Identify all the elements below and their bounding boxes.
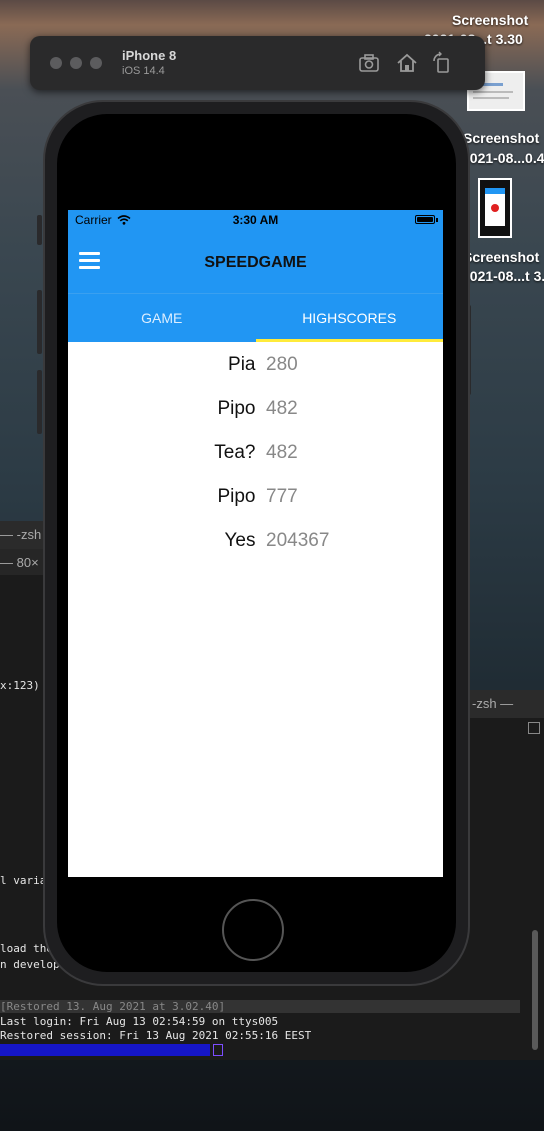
battery-tip xyxy=(436,218,438,222)
terminal-expand-icon[interactable] xyxy=(528,722,540,734)
app-title: SPEEDGAME xyxy=(204,254,307,271)
list-item: Pia 280 xyxy=(68,342,443,386)
simulator-toolbar[interactable]: iPhone 8 iOS 14.4 xyxy=(30,36,485,90)
status-bar: Carrier 3:30 AM xyxy=(68,210,443,230)
window-minimize-button[interactable] xyxy=(70,57,82,69)
terminal-tab[interactable]: -zsh — xyxy=(472,696,513,711)
mute-switch xyxy=(37,215,42,245)
tab-bar: GAME HIGHSCORES xyxy=(68,294,443,342)
app-screen: Carrier 3:30 AM SPEEDGAME GAME HIGHSCORE… xyxy=(68,210,443,877)
terminal-tab[interactable]: — -zsh xyxy=(0,527,41,542)
terminal-prompt xyxy=(0,1044,210,1056)
home-icon[interactable] xyxy=(395,51,419,75)
volume-up-button xyxy=(37,290,42,354)
screenshot-icon[interactable] xyxy=(357,51,381,75)
window-zoom-button[interactable] xyxy=(90,57,102,69)
terminal-line: Last login: Fri Aug 13 02:54:59 on ttys0… xyxy=(0,1015,279,1028)
desktop-icon-label: Screenshot xyxy=(463,130,540,146)
desktop-icon-label: Screenshot xyxy=(463,249,540,265)
player-name: Yes xyxy=(224,530,256,551)
list-item: Yes 204367 xyxy=(68,518,443,562)
terminal-line: n develop xyxy=(0,958,60,971)
player-score: 777 xyxy=(266,486,298,507)
player-score: 204367 xyxy=(266,530,330,551)
highscore-list: Pia 280 Pipo 482 Tea? 482 Pipo 777 Yes 2… xyxy=(68,342,443,562)
volume-down-button xyxy=(37,370,42,434)
terminal-cursor xyxy=(213,1044,223,1056)
player-name: Tea? xyxy=(214,442,256,463)
home-button[interactable] xyxy=(222,899,284,961)
desktop-icon-label: Screenshot xyxy=(452,12,529,28)
terminal-line: x:123) xyxy=(0,679,40,692)
player-name: Pia xyxy=(228,354,256,375)
list-item: Pipo 482 xyxy=(68,386,443,430)
rotate-icon[interactable] xyxy=(430,51,454,75)
terminal-scrollbar[interactable] xyxy=(532,930,538,1050)
window-close-button[interactable] xyxy=(50,57,62,69)
player-score: 280 xyxy=(266,354,298,375)
list-item: Pipo 777 xyxy=(68,474,443,518)
player-name: Pipo xyxy=(217,398,256,419)
screenshot-thumbnail[interactable] xyxy=(478,178,512,238)
player-name: Pipo xyxy=(217,486,256,507)
battery-icon xyxy=(415,215,435,224)
terminal-size-label: — 80× xyxy=(0,555,39,570)
terminal-line: l varia xyxy=(0,874,47,887)
simulator-device-name: iPhone 8 xyxy=(122,48,177,63)
app-bar: SPEEDGAME xyxy=(68,230,443,294)
simulator-os-version: iOS 14.4 xyxy=(122,65,165,77)
desktop-icon-label: 2021-08...t 3.30 xyxy=(462,268,544,284)
player-score: 482 xyxy=(266,398,298,419)
status-time: 3:30 AM xyxy=(232,213,279,227)
tab-highscores[interactable]: HIGHSCORES xyxy=(256,294,444,342)
desktop-icon-label: 2021-08...0.41 ( xyxy=(462,150,544,166)
terminal-line: [Restored 13. Aug 2021 at 3.02.40] xyxy=(0,1000,520,1013)
tab-game[interactable]: GAME xyxy=(68,294,256,342)
terminal-line: Restored session: Fri 13 Aug 2021 02:55:… xyxy=(0,1029,312,1042)
player-score: 482 xyxy=(266,442,298,463)
list-item: Tea? 482 xyxy=(68,430,443,474)
